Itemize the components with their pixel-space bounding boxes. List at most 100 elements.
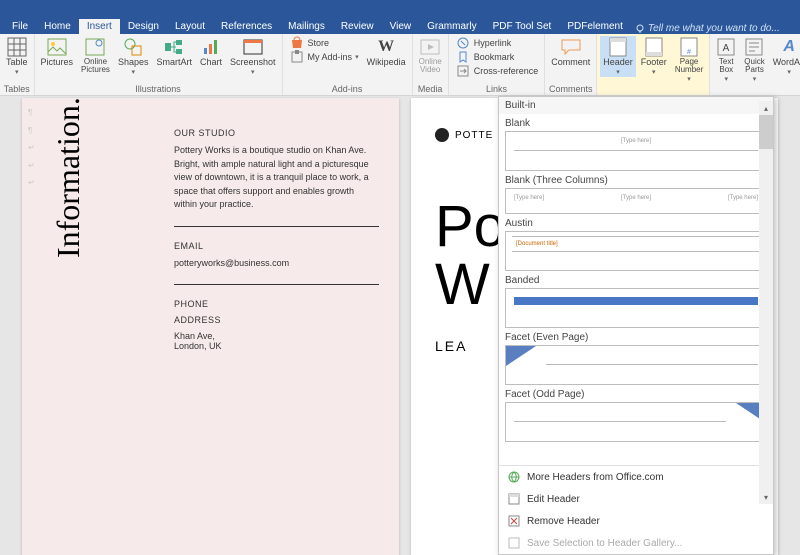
tab-row: File Home Insert Design Layout Reference…	[0, 18, 800, 34]
hyperlink-button[interactable]: Hyperlink	[452, 36, 542, 50]
tab-home[interactable]: Home	[36, 19, 79, 34]
gallery-item-facet-even[interactable]: Facet (Even Page)	[505, 332, 767, 343]
screenshot-button[interactable]: Screenshot▾	[227, 36, 279, 77]
myaddins-button[interactable]: My Add-ins▾	[286, 50, 362, 64]
group-text-label	[713, 84, 800, 95]
group-text: ATextBox▾ QuickParts▾ AWordArt▾ ADropCap…	[710, 34, 800, 95]
tab-file[interactable]: File	[4, 19, 36, 34]
preview-austin[interactable]: [Document title]	[505, 231, 767, 271]
email-text: potteryworks@business.com	[174, 257, 379, 271]
tell-me-search[interactable]: Tell me what you want to do...	[635, 23, 780, 34]
shapes-label: Shapes	[118, 58, 149, 67]
preview-facet-even[interactable]	[505, 345, 767, 385]
header-label: Header	[603, 58, 633, 67]
chevron-down-icon: ▾	[355, 53, 359, 61]
chevron-down-icon: ▾	[753, 75, 757, 83]
page-1[interactable]: ¶¶↵↵↵ Information. OUR STUDIO Pottery Wo…	[22, 98, 399, 555]
pagenum-icon: #	[679, 37, 699, 57]
pictures-button[interactable]: Pictures	[38, 36, 77, 68]
group-links: Hyperlink Bookmark Cross-reference Links	[449, 34, 546, 95]
logo-text: POTTE	[455, 130, 493, 141]
myaddins-label: My Add-ins	[308, 53, 353, 62]
chevron-down-icon: ▾	[687, 75, 691, 83]
remove-header-label: Remove Header	[527, 516, 600, 527]
gallery-scrollbar[interactable]: ▴ ▾	[759, 115, 773, 490]
gallery-scroll[interactable]: Blank [Type here] Blank (Three Columns) …	[499, 114, 773, 465]
gallery-item-blank[interactable]: Blank	[505, 118, 767, 129]
group-media: OnlineVideo Media	[413, 34, 449, 95]
more-headers-item[interactable]: More Headers from Office.com▸	[499, 466, 773, 488]
preview-placeholder: [Type here]	[621, 138, 651, 144]
remove-header-item[interactable]: Remove Header	[499, 510, 773, 532]
footer-label: Footer	[641, 58, 667, 67]
online-video-button[interactable]: OnlineVideo	[416, 36, 445, 75]
edit-header-item[interactable]: Edit Header	[499, 488, 773, 510]
chevron-down-icon: ▾	[15, 68, 19, 76]
edit-icon	[507, 492, 521, 506]
chart-icon	[201, 37, 221, 57]
smartart-label: SmartArt	[156, 58, 192, 67]
online-pictures-button[interactable]: OnlinePictures	[78, 36, 113, 75]
preview-facet-odd[interactable]	[505, 402, 767, 442]
wikipedia-icon: W	[376, 37, 396, 57]
tab-view[interactable]: View	[382, 19, 420, 34]
gallery-item-facet-odd[interactable]: Facet (Odd Page)	[505, 389, 767, 400]
preview-banded[interactable]	[505, 288, 767, 328]
tab-layout[interactable]: Layout	[167, 19, 213, 34]
group-addins-label: Add-ins	[286, 84, 409, 95]
svg-text:#: #	[687, 49, 691, 56]
chevron-down-icon: ▾	[787, 68, 791, 76]
comment-button[interactable]: Comment	[548, 36, 593, 68]
comment-label: Comment	[551, 58, 590, 67]
gallery-item-banded[interactable]: Banded	[505, 275, 767, 286]
smartart-button[interactable]: SmartArt	[153, 36, 195, 68]
quickparts-button[interactable]: QuickParts▾	[741, 36, 767, 84]
tab-review[interactable]: Review	[333, 19, 382, 34]
chart-button[interactable]: Chart	[197, 36, 225, 68]
store-button[interactable]: Store	[286, 36, 362, 50]
scrollbar-thumb[interactable]	[759, 115, 773, 149]
scroll-up-icon[interactable]: ▴	[759, 101, 773, 115]
online-pictures-label: OnlinePictures	[81, 58, 110, 74]
save-gallery-label: Save Selection to Header Gallery...	[527, 538, 682, 549]
textbox-icon: A	[716, 37, 736, 57]
group-tables: Table ▾ Tables	[0, 34, 35, 95]
footer-button[interactable]: Footer▾	[638, 36, 670, 77]
address-line2: London, UK	[174, 341, 379, 351]
tab-pdftoolset[interactable]: PDF Tool Set	[485, 19, 560, 34]
preview-blank3col[interactable]: [Type here] [Type here] [Type here]	[505, 188, 767, 214]
group-media-label: Media	[416, 84, 445, 95]
address-heading: ADDRESS	[174, 315, 379, 325]
wikipedia-label: Wikipedia	[367, 58, 406, 67]
wikipedia-button[interactable]: WWikipedia	[364, 36, 409, 68]
textbox-label: TextBox	[719, 58, 734, 74]
chevron-down-icon: ▾	[725, 75, 729, 83]
textbox-button[interactable]: ATextBox▾	[713, 36, 739, 84]
address-line1: Khan Ave,	[174, 331, 379, 341]
bookmark-button[interactable]: Bookmark	[452, 50, 542, 64]
preview-blank[interactable]: [Type here]	[505, 131, 767, 171]
tab-mailings[interactable]: Mailings	[280, 19, 333, 34]
header-button[interactable]: Header▾	[600, 36, 636, 77]
logo: POTTE	[435, 128, 493, 142]
title-bar	[0, 0, 800, 18]
gallery-item-austin[interactable]: Austin	[505, 218, 767, 229]
video-icon	[420, 37, 440, 57]
table-button[interactable]: Table ▾	[3, 36, 31, 77]
scroll-down-icon[interactable]: ▾	[759, 490, 773, 504]
tab-design[interactable]: Design	[120, 19, 167, 34]
crossref-button[interactable]: Cross-reference	[452, 64, 542, 78]
tab-pdfelement[interactable]: PDFelement	[559, 19, 631, 34]
shapes-button[interactable]: Shapes▾	[115, 36, 152, 77]
globe-icon	[507, 470, 521, 484]
chart-label: Chart	[200, 58, 222, 67]
pagenum-button[interactable]: #PageNumber▾	[672, 36, 706, 84]
video-label: OnlineVideo	[419, 58, 442, 74]
formatting-marks: ¶¶↵↵↵	[28, 104, 35, 192]
tab-references[interactable]: References	[213, 19, 280, 34]
gallery-item-blank3col[interactable]: Blank (Three Columns)	[505, 175, 767, 186]
wordart-button[interactable]: AWordArt▾	[770, 36, 800, 77]
tab-insert[interactable]: Insert	[79, 19, 120, 34]
tab-grammarly[interactable]: Grammarly	[419, 19, 484, 34]
screenshot-label: Screenshot	[230, 58, 276, 67]
